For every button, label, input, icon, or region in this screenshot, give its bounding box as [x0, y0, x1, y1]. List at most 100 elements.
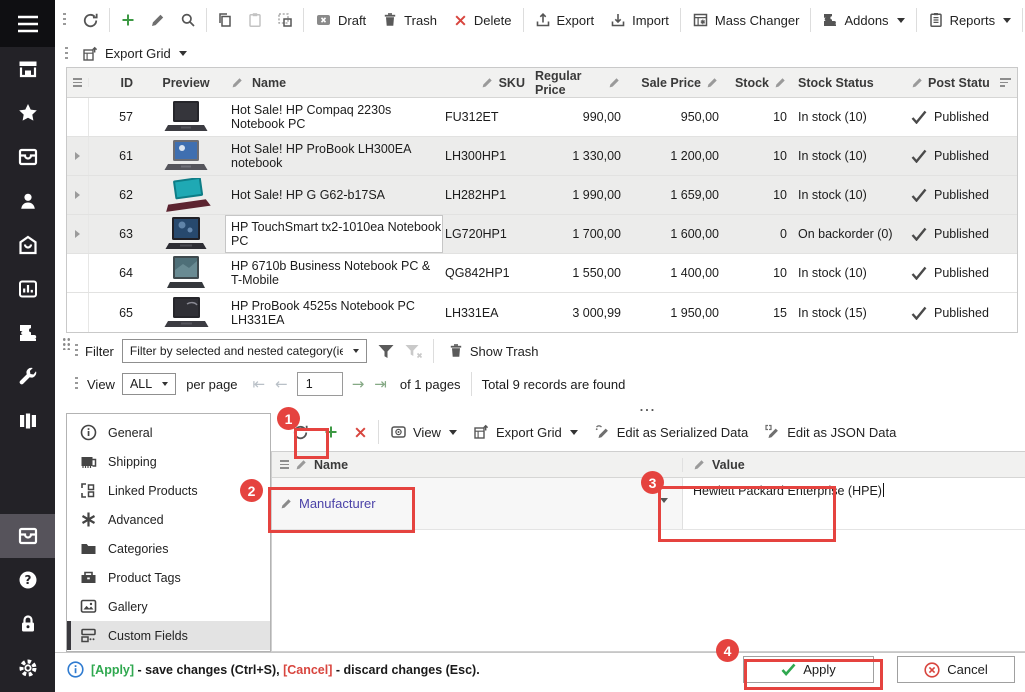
tab-categories[interactable]: Categories: [67, 534, 270, 563]
column-header-stock[interactable]: Stock: [731, 76, 793, 90]
sidebar-item-store[interactable]: [0, 47, 55, 91]
sidebar-item-addons[interactable]: [0, 311, 55, 355]
prev-page-button[interactable]: ←: [270, 375, 293, 393]
next-page-button[interactable]: →: [347, 375, 370, 393]
reports-dropdown[interactable]: Reports: [920, 6, 1020, 34]
cell-stock[interactable]: 10: [731, 254, 793, 292]
cell-regular-price[interactable]: 1 990,00: [535, 176, 633, 214]
toolbar-drag-handle[interactable]: [63, 13, 66, 28]
row-expander[interactable]: [67, 254, 89, 292]
addons-dropdown[interactable]: Addons: [814, 6, 912, 34]
cancel-button[interactable]: Cancel: [897, 656, 1015, 683]
column-header-stock-status[interactable]: Stock Status: [793, 76, 897, 90]
cell-sale-price[interactable]: 1 200,00: [633, 137, 731, 175]
import-button[interactable]: Import: [602, 6, 677, 34]
toolbar-drag-handle[interactable]: [75, 344, 78, 359]
cell-sale-price[interactable]: 1 600,00: [633, 215, 731, 253]
cell-post-status[interactable]: Published: [897, 215, 1017, 253]
table-row[interactable]: 62 Hot Sale! HP G G62-b17SA LH282HP1 1 9…: [67, 176, 1017, 215]
cell-name[interactable]: HP ProBook 4525s Notebook PC LH331EA: [225, 293, 443, 332]
table-row[interactable]: 65 HP ProBook 4525s Notebook PC LH331EA …: [67, 293, 1017, 332]
tab-custom-fields[interactable]: Custom Fields: [67, 621, 270, 650]
sidebar-item-tools[interactable]: [0, 355, 55, 399]
apply-filter-button[interactable]: [377, 343, 395, 360]
cell-sku[interactable]: LH300HP1: [443, 137, 535, 175]
delete-custom-field-button[interactable]: [346, 418, 375, 446]
sidebar-item-products[interactable]: [0, 135, 55, 179]
table-row[interactable]: 64 HP 6710b Business Notebook PC & T-Mob…: [67, 254, 1017, 293]
menu-button[interactable]: [0, 0, 55, 47]
clear-filter-button[interactable]: [404, 343, 423, 360]
copy-button[interactable]: [210, 6, 240, 34]
first-page-button[interactable]: ⇤: [248, 375, 271, 393]
cell-sale-price[interactable]: 1 950,00: [633, 293, 731, 332]
cell-name[interactable]: Hot Sale! HP Compaq 2230s Notebook PC: [225, 98, 443, 136]
sidebar-item-security[interactable]: [0, 602, 55, 646]
edit-json-button[interactable]: Edit as JSON Data: [756, 418, 904, 446]
toolbar-drag-handle[interactable]: [65, 47, 68, 60]
cell-stock[interactable]: 0: [731, 215, 793, 253]
cell-name[interactable]: HP 6710b Business Notebook PC & T-Mobile: [225, 254, 443, 292]
add-product-button[interactable]: [113, 6, 143, 34]
draft-button[interactable]: Draft: [307, 6, 374, 34]
tab-general[interactable]: General: [67, 418, 270, 447]
cell-sku[interactable]: LG720HP1: [443, 215, 535, 253]
table-row[interactable]: 63 HP TouchSmart tx2-1010ea Notebook PC …: [67, 215, 1017, 254]
column-header-sku[interactable]: SKU: [443, 76, 535, 90]
header-row-selector[interactable]: [67, 78, 89, 87]
cell-sku[interactable]: LH282HP1: [443, 176, 535, 214]
page-size-select[interactable]: ALL: [122, 373, 176, 395]
cell-post-status[interactable]: Published: [897, 98, 1017, 136]
sidebar-item-statistics[interactable]: [0, 267, 55, 311]
cell-stock[interactable]: 10: [731, 98, 793, 136]
show-trash-button[interactable]: Show Trash: [444, 337, 543, 365]
cell-post-status[interactable]: Published: [897, 137, 1017, 175]
column-header-field-value[interactable]: Value: [682, 458, 1025, 472]
cell-stock[interactable]: 10: [731, 137, 793, 175]
sidebar-item-settings[interactable]: [0, 646, 55, 690]
column-header-sale-price[interactable]: Sale Price: [633, 76, 731, 90]
fields-view-dropdown[interactable]: View: [382, 418, 465, 446]
export-button[interactable]: Export: [527, 6, 603, 34]
column-header-name[interactable]: Name: [225, 76, 443, 90]
custom-field-row[interactable]: Manufacturer Hewlett Packard Enterprise …: [272, 478, 1025, 530]
refresh-button[interactable]: [75, 6, 106, 34]
refresh-fields-button[interactable]: [285, 418, 316, 446]
cell-sale-price[interactable]: 1 400,00: [633, 254, 731, 292]
edit-serialized-button[interactable]: Edit as Serialized Data: [586, 418, 757, 446]
column-options-icon[interactable]: [1000, 78, 1011, 87]
sidebar-item-customers[interactable]: [0, 179, 55, 223]
tab-shipping[interactable]: Shipping: [67, 447, 270, 476]
sidebar-item-favorites[interactable]: [0, 91, 55, 135]
toolbar-drag-handle[interactable]: [75, 377, 78, 392]
cell-name[interactable]: Hot Sale! HP ProBook LH300EA notebook: [225, 137, 443, 175]
category-filter-select[interactable]: Filter by selected and nested category(i…: [122, 339, 367, 363]
last-page-button[interactable]: ⇥: [369, 375, 392, 393]
tab-product-tags[interactable]: Product Tags: [67, 563, 270, 592]
table-row[interactable]: 57 Hot Sale! HP Compaq 2230s Notebook PC…: [67, 98, 1017, 137]
row-expander[interactable]: [67, 98, 89, 136]
delete-button[interactable]: Delete: [445, 6, 520, 34]
page-number-input[interactable]: 1: [297, 372, 343, 396]
cell-sku[interactable]: FU312ET: [443, 98, 535, 136]
sidebar-item-products-active[interactable]: [0, 514, 55, 558]
column-header-field-name[interactable]: Name: [272, 458, 682, 472]
field-type-dropdown-icon[interactable]: [660, 498, 668, 503]
cell-regular-price[interactable]: 1 550,00: [535, 254, 633, 292]
tab-gallery[interactable]: Gallery: [67, 592, 270, 621]
field-value-editor[interactable]: Hewlett Packard Enterprise (HPE): [682, 478, 1025, 529]
add-custom-field-button[interactable]: [316, 418, 346, 446]
apply-button[interactable]: Apply: [743, 656, 874, 683]
cell-post-status[interactable]: Published: [897, 293, 1017, 332]
trash-button[interactable]: Trash: [374, 6, 445, 34]
row-expander[interactable]: [67, 293, 89, 332]
cell-name-active[interactable]: HP TouchSmart tx2-1010ea Notebook PC: [225, 215, 443, 253]
edit-product-button[interactable]: [143, 6, 173, 34]
cell-stock[interactable]: 10: [731, 176, 793, 214]
mass-changer-button[interactable]: Mass Changer: [684, 6, 808, 34]
cell-regular-price[interactable]: 990,00: [535, 98, 633, 136]
cell-regular-price[interactable]: 1 330,00: [535, 137, 633, 175]
column-header-regular-price[interactable]: Regular Price: [535, 69, 633, 97]
cell-stock[interactable]: 15: [731, 293, 793, 332]
cell-sale-price[interactable]: 950,00: [633, 98, 731, 136]
